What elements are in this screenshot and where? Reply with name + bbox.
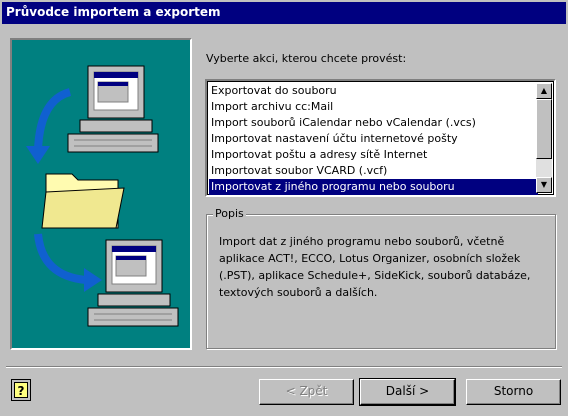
list-item[interactable]: Import archivu cc:Mail — [209, 99, 538, 115]
action-list: Exportovat do souboru Import archivu cc:… — [209, 83, 538, 195]
description-legend: Popis — [213, 207, 246, 220]
arrow-up-icon: ▲ — [540, 86, 548, 95]
scroll-down-button[interactable]: ▼ — [536, 177, 552, 193]
title-bar[interactable]: Průvodce importem a exportem — [2, 2, 566, 24]
arrow-icon — [34, 233, 102, 292]
window-title: Průvodce importem a exportem — [6, 5, 221, 19]
folder-icon — [41, 173, 125, 229]
vertical-scrollbar[interactable]: ▲ ▼ — [536, 83, 552, 193]
help-button[interactable]: ? — [11, 379, 31, 401]
separator — [6, 366, 562, 368]
action-listbox[interactable]: Exportovat do souboru Import archivu cc:… — [205, 79, 556, 197]
description-text: Import dat z jiného programu nebo soubor… — [219, 235, 531, 299]
wizard-illustration — [10, 38, 192, 350]
prompt-label: Vyberte akci, kterou chcete provést: — [206, 52, 407, 65]
scroll-thumb[interactable] — [536, 99, 552, 159]
list-item[interactable]: Import souborů iCalendar nebo vCalendar … — [209, 115, 538, 131]
list-item[interactable]: Importovat poštu a adresy sítě Internet — [209, 147, 538, 163]
list-item[interactable]: Importovat nastavení účtu internetové po… — [209, 131, 538, 147]
wizard-dialog: Průvodce importem a exportem Vyberte akc… — [0, 0, 568, 416]
svg-text:?: ? — [18, 384, 25, 398]
help-icon: ? — [11, 379, 31, 401]
description-group: Popis Import dat z jiného programu nebo … — [206, 207, 556, 349]
list-item[interactable]: Importovat z jiného programu nebo soubor… — [209, 179, 538, 195]
back-button[interactable]: < Zpět — [259, 379, 354, 405]
list-item[interactable]: Exportovat do souboru — [209, 83, 538, 99]
next-button[interactable]: Další > — [359, 378, 456, 406]
computer-icon — [87, 239, 179, 327]
list-item[interactable]: Importovat soubor VCARD (.vcf) — [209, 163, 538, 179]
computer-icon — [67, 65, 159, 153]
arrow-down-icon: ▼ — [540, 180, 548, 189]
arrow-icon — [26, 88, 72, 164]
scroll-up-button[interactable]: ▲ — [536, 83, 552, 99]
cancel-button[interactable]: Storno — [466, 379, 561, 405]
